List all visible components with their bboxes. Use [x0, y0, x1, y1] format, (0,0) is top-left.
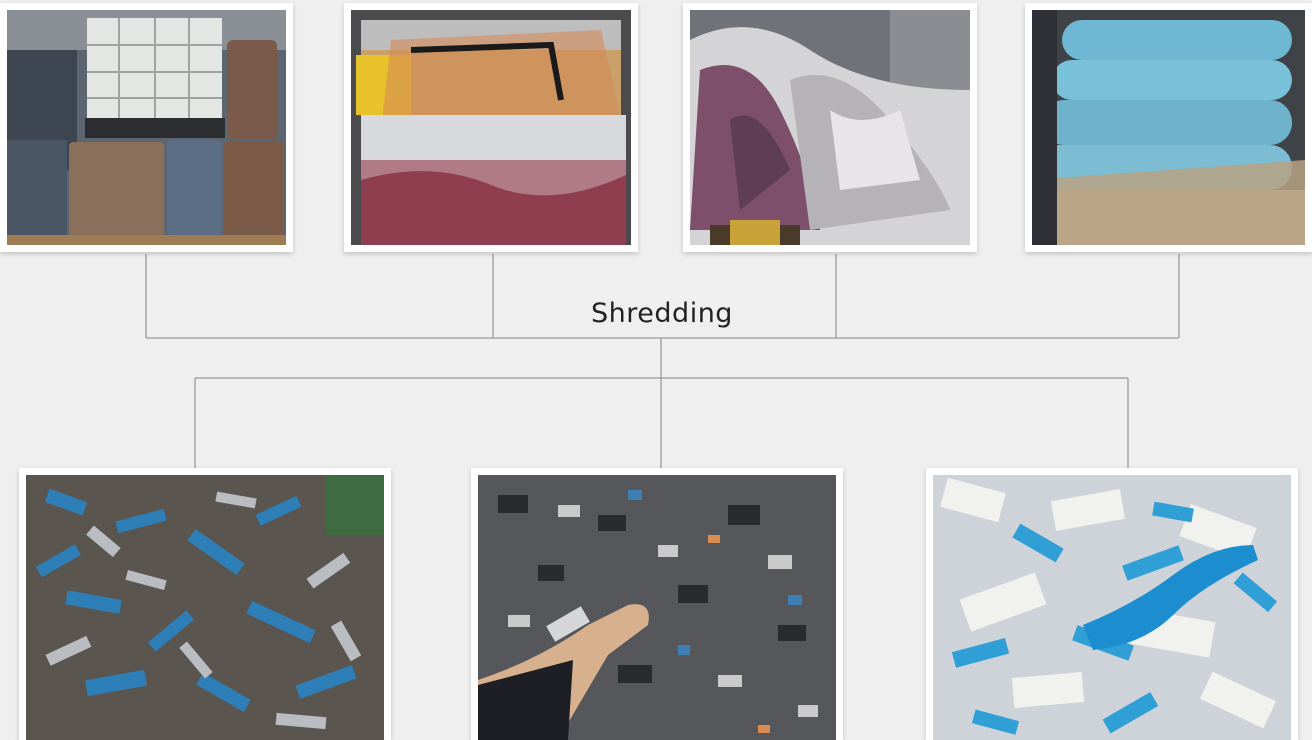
drums-and-ibc-tote-photo [7, 10, 286, 245]
shredded-mixed-plastic-photo [478, 475, 836, 740]
process-label: Shredding [591, 298, 733, 329]
wrapped-film-rolls-photo [1032, 10, 1305, 245]
output-photo-mixed-plastic-shreds [471, 468, 843, 740]
input-photo-film-rolls [1025, 3, 1312, 252]
output-photo-blue-white-shreds [926, 468, 1298, 740]
input-photo-baled-film [344, 3, 638, 252]
baled-packaging-film-photo [351, 10, 631, 245]
plastic-waste-pile-photo [690, 10, 970, 245]
shredded-metal-drum-pieces-photo [26, 475, 384, 740]
shredded-blue-white-plastic-photo [933, 475, 1291, 740]
output-photo-metal-shreds [19, 468, 391, 740]
input-photo-drums [0, 3, 293, 252]
input-photo-plastic-pile [683, 3, 977, 252]
